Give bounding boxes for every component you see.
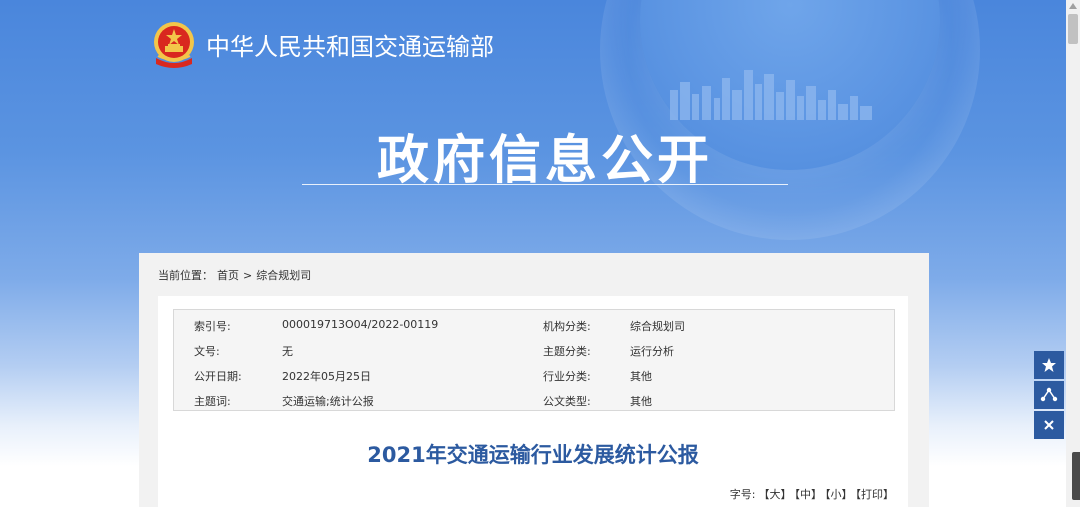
metadata-row: 主题词: 交通运输;统计公报 公文类型: 其他 [174,393,894,418]
meta-value: 交通运输;统计公报 [282,395,374,408]
breadcrumb-current-link[interactable]: 综合规划司 [256,269,311,282]
breadcrumb: 当前位置： 首页 > 综合规划司 [158,267,315,283]
close-icon [1044,420,1054,430]
scroll-up-arrow-icon[interactable] [1066,0,1080,12]
meta-value: 其他 [630,395,652,408]
meta-key: 主题分类: [543,345,591,358]
national-emblem-icon [154,22,194,68]
font-small-button[interactable]: 【小】 [825,488,853,501]
document-title: 2021年交通运输行业发展统计公报 [367,443,699,467]
floating-toolbar [1034,351,1064,441]
star-icon [1042,358,1056,372]
breadcrumb-home-link[interactable]: 首页 [217,269,239,282]
meta-key: 主题词: [194,395,231,408]
banner-title: 政府信息公开 [376,130,713,191]
close-button[interactable] [1034,411,1064,439]
article-container: 索引号: 000019713O04/2022-00119 机构分类: 综合规划司… [158,296,908,507]
meta-value: 运行分析 [630,345,674,358]
meta-value: 2022年05月25日 [282,370,371,383]
site-title[interactable]: 中华人民共和国交通运输部 [206,27,494,62]
meta-key: 行业分类: [543,370,591,383]
font-size-label: 字号: [729,488,756,501]
breadcrumb-label: 当前位置： [158,269,213,282]
meta-key: 公文类型: [543,395,591,408]
font-medium-button[interactable]: 【中】 [795,488,823,501]
city-skyline-graphic [670,70,872,120]
metadata-table: 索引号: 000019713O04/2022-00119 机构分类: 综合规划司… [173,309,895,411]
share-button[interactable] [1034,381,1064,409]
print-button[interactable]: 【打印】 [856,488,895,501]
scrollbar-thumb[interactable] [1068,14,1078,44]
font-large-button[interactable]: 【大】 [759,488,792,501]
meta-key: 索引号: [194,320,231,333]
side-widget-tab[interactable] [1072,452,1080,500]
meta-value: 综合规划司 [630,320,685,333]
meta-value: 000019713O04/2022-00119 [282,318,439,331]
meta-value: 其他 [630,370,652,383]
banner-divider [302,184,788,185]
meta-key: 文号: [194,345,220,358]
font-size-controls: 字号: 【大】 【中】 【小】 【打印】 [727,486,894,502]
meta-key: 机构分类: [543,320,591,333]
meta-key: 公开日期: [194,370,242,383]
meta-value: 无 [282,345,293,358]
share-icon [1040,387,1058,402]
metadata-row: 公开日期: 2022年05月25日 行业分类: 其他 [174,368,894,393]
metadata-row: 索引号: 000019713O04/2022-00119 机构分类: 综合规划司 [174,318,894,343]
content-panel: 当前位置： 首页 > 综合规划司 索引号: 000019713O04/2022-001… [139,253,929,507]
favorite-button[interactable] [1034,351,1064,379]
metadata-row: 文号: 无 主题分类: 运行分析 [174,343,894,368]
breadcrumb-separator: > [243,269,253,282]
vertical-scrollbar[interactable] [1066,0,1080,507]
